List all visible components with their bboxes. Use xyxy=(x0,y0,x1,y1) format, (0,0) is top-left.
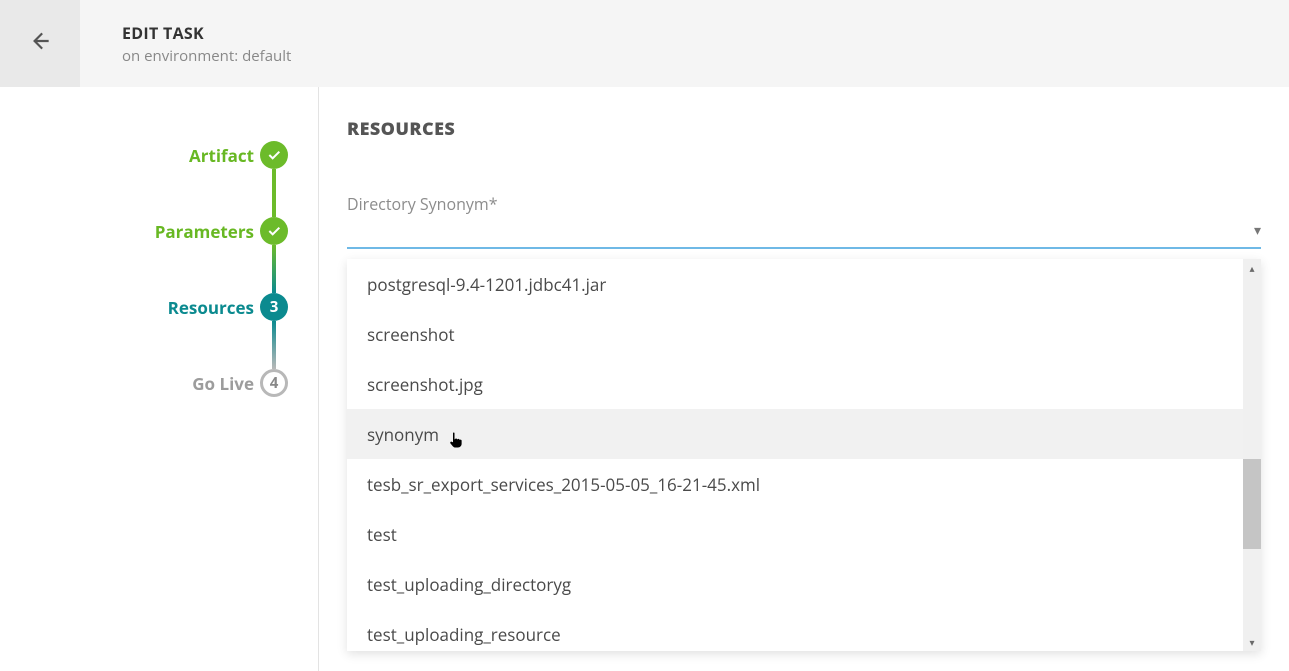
top-bar: EDIT TASK on environment: default xyxy=(0,0,1289,87)
scrollbar-track[interactable] xyxy=(1243,259,1261,651)
dropdown-option[interactable]: test_uploading_resource xyxy=(347,609,1261,651)
section-heading: RESOURCES xyxy=(347,117,1261,141)
scrollbar-thumb[interactable] xyxy=(1243,459,1261,549)
step-label: Parameters xyxy=(155,220,254,243)
step-label: Resources xyxy=(168,296,254,319)
step-label: Artifact xyxy=(189,144,254,167)
step-golive[interactable]: Go Live 4 xyxy=(0,345,318,421)
dropdown-option[interactable]: test xyxy=(347,509,1261,559)
dropdown-option[interactable]: screenshot.jpg xyxy=(347,359,1261,409)
directory-synonym-dropdown: postgresql-9.4-1201.jdbc41.jarscreenshot… xyxy=(347,259,1261,651)
dropdown-option[interactable]: test_uploading_directoryg xyxy=(347,559,1261,609)
dropdown-option[interactable]: screenshot xyxy=(347,309,1261,359)
step-number-badge: 3 xyxy=(260,293,288,321)
step-number-badge: 4 xyxy=(260,369,288,397)
dropdown-option[interactable]: tesb_sr_export_services_2015-05-05_16-21… xyxy=(347,459,1261,509)
back-button[interactable] xyxy=(0,0,80,87)
field-label-directory-synonym: Directory Synonym* xyxy=(347,193,1261,215)
main-panel: RESOURCES Directory Synonym* ▾ postgresq… xyxy=(318,87,1289,671)
scroll-down-icon[interactable]: ▾ xyxy=(1243,633,1261,651)
wizard-stepper: Artifact Parameters Resources 3 G xyxy=(0,87,318,671)
directory-synonym-input[interactable] xyxy=(347,219,1261,249)
dropdown-option[interactable]: synonym xyxy=(347,409,1261,459)
check-icon xyxy=(260,141,288,169)
step-artifact[interactable]: Artifact xyxy=(0,117,318,193)
scroll-up-icon[interactable]: ▴ xyxy=(1243,259,1261,277)
chevron-down-icon[interactable]: ▾ xyxy=(1254,221,1261,240)
check-icon xyxy=(260,217,288,245)
step-parameters[interactable]: Parameters xyxy=(0,193,318,269)
body: Artifact Parameters Resources 3 G xyxy=(0,87,1289,671)
step-resources[interactable]: Resources 3 xyxy=(0,269,318,345)
arrow-left-icon xyxy=(27,28,53,59)
dropdown-option[interactable]: postgresql-9.4-1201.jdbc41.jar xyxy=(347,259,1261,309)
page-title-block: EDIT TASK on environment: default xyxy=(122,22,291,66)
page-subtitle: on environment: default xyxy=(122,46,291,66)
page-title: EDIT TASK xyxy=(122,22,291,44)
app-root: EDIT TASK on environment: default Artifa… xyxy=(0,0,1289,671)
step-label: Go Live xyxy=(192,372,254,395)
